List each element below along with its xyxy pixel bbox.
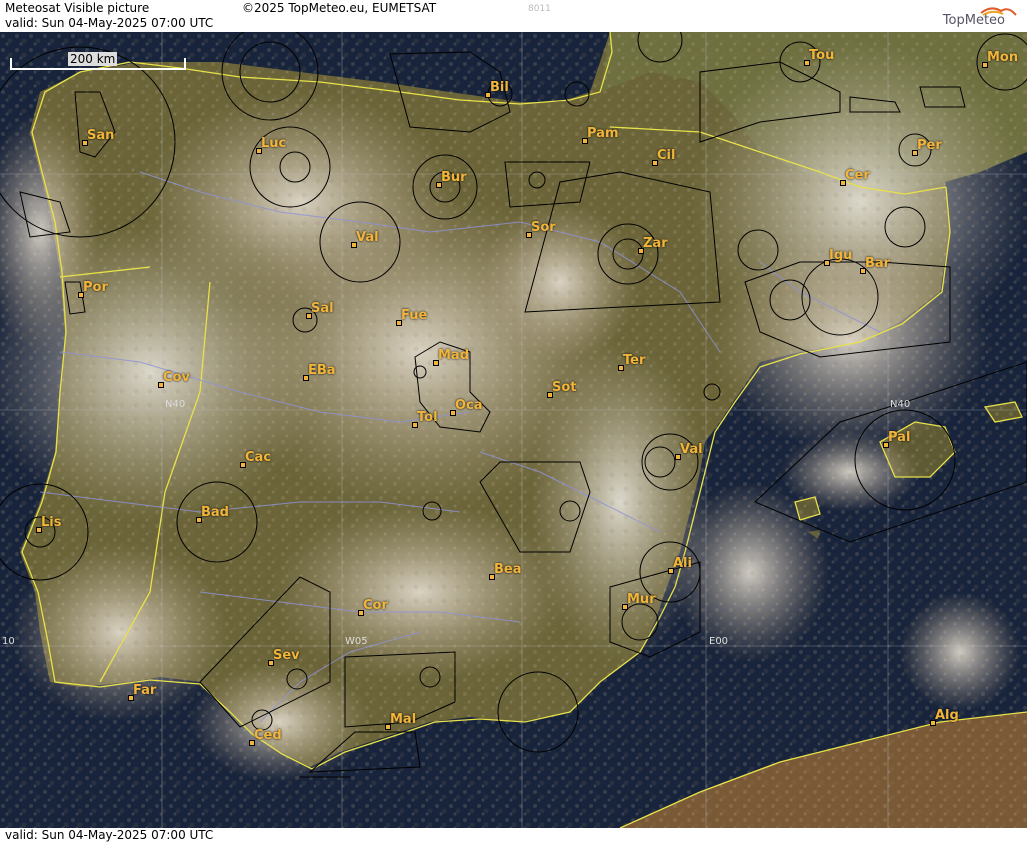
city-label-bur[interactable]: Bur (441, 170, 467, 185)
footer-bar: valid: Sun 04-May-2025 07:00 UTC (0, 828, 1027, 843)
city-label-cov[interactable]: Cov (163, 370, 190, 385)
city-label-mad[interactable]: Mad (438, 348, 469, 363)
header-bar: Meteosat Visible picture ©2025 TopMeteo.… (0, 0, 1027, 32)
grid-label-w10: 10 (2, 636, 15, 647)
city-label-sot[interactable]: Sot (552, 380, 577, 395)
product-title: Meteosat Visible picture (5, 1, 150, 15)
city-label-cil[interactable]: Cil (657, 148, 675, 163)
logo-text: TopMeteo (942, 13, 1005, 28)
city-label-sal[interactable]: Sal (311, 301, 334, 316)
city-label-ced[interactable]: Ced (254, 728, 282, 743)
city-label-mon[interactable]: Mon (987, 50, 1018, 65)
city-label-fue[interactable]: Fue (401, 308, 427, 323)
grid-label-n40-east: N40 (890, 399, 911, 410)
city-label-val2[interactable]: Val (680, 442, 703, 457)
city-label-mur[interactable]: Mur (627, 592, 656, 607)
city-label-cer[interactable]: Cer (845, 168, 870, 183)
city-label-bar[interactable]: Bar (865, 256, 890, 271)
city-label-mal[interactable]: Mal (390, 712, 416, 727)
map-frame: Meteosat Visible picture ©2025 TopMeteo.… (0, 0, 1027, 843)
city-label-lis[interactable]: Lis (41, 515, 61, 530)
copyright-text: ©2025 TopMeteo.eu, EUMETSAT (242, 1, 437, 15)
city-label-sor[interactable]: Sor (531, 220, 556, 235)
city-label-luc[interactable]: Luc (261, 136, 286, 151)
city-label-per[interactable]: Per (917, 138, 942, 153)
cloud-texture (0, 32, 1027, 828)
grid-label-e00: E00 (709, 636, 729, 647)
city-label-sev[interactable]: Sev (273, 648, 300, 663)
city-label-ter[interactable]: Ter (623, 353, 645, 368)
city-label-eba[interactable]: EBa (308, 363, 336, 378)
scale-label: 200 km (68, 52, 118, 66)
city-label-alg[interactable]: Alg (935, 708, 959, 723)
city-label-san[interactable]: San (87, 128, 114, 143)
grid-label-w05: W05 (345, 636, 368, 647)
city-label-zar[interactable]: Zar (643, 236, 668, 251)
product-code: 8011 (528, 4, 551, 14)
city-label-pal[interactable]: Pal (888, 430, 910, 445)
city-label-cor[interactable]: Cor (363, 598, 388, 613)
map-canvas (0, 32, 1027, 828)
footer-valid-time: valid: Sun 04-May-2025 07:00 UTC (5, 828, 214, 842)
grid-label-n40-west: N40 (165, 399, 186, 410)
city-label-cac[interactable]: Cac (245, 450, 271, 465)
city-label-pam[interactable]: Pam (587, 126, 619, 141)
city-label-igu[interactable]: Igu (829, 248, 852, 263)
city-label-bea[interactable]: Bea (494, 562, 522, 577)
city-label-bil[interactable]: Bil (490, 80, 509, 95)
city-label-ali[interactable]: Ali (673, 556, 692, 571)
city-label-oca[interactable]: Oca (455, 398, 483, 413)
satellite-map[interactable]: 200 km N40 N40 W05 E00 10 San Luc Bil Tou Mo… (0, 32, 1027, 828)
valid-time: valid: Sun 04-May-2025 07:00 UTC (5, 16, 214, 30)
city-label-tol[interactable]: Tol (417, 410, 438, 425)
city-label-tou[interactable]: Tou (809, 48, 834, 63)
city-label-bad[interactable]: Bad (201, 505, 229, 520)
city-label-far[interactable]: Far (133, 683, 156, 698)
city-label-por[interactable]: Por (83, 280, 108, 295)
city-label-val1[interactable]: Val (356, 230, 379, 245)
